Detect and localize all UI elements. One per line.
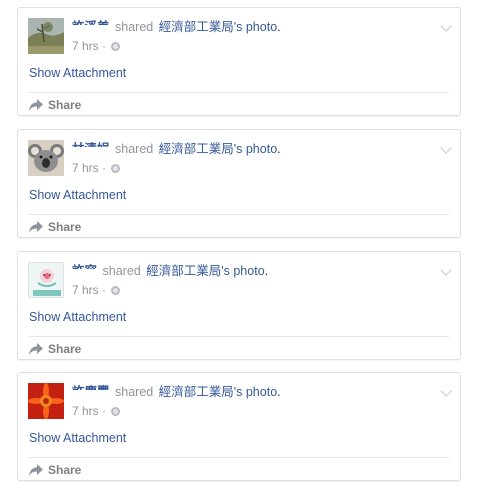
photo-link[interactable]: photo <box>246 20 277 34</box>
possessive: 's <box>233 385 243 399</box>
page-name: 經濟部工業局 <box>158 142 234 156</box>
shared-text: shared <box>115 142 154 156</box>
feed-post: 許溪美 shared 經濟部工業局's photo. 7 hrs · Show … <box>17 7 461 116</box>
share-label: Share <box>48 98 82 112</box>
author-link[interactable]: 許容 <box>72 263 97 279</box>
share-button[interactable]: Share <box>29 98 81 112</box>
timestamp[interactable]: 7 hrs <box>72 283 99 297</box>
feed-post: 許慶豐 shared 經濟部工業局's photo. 7 hrs · Show … <box>17 372 461 481</box>
page-link[interactable]: 經濟部工業局's photo <box>159 385 277 399</box>
chevron-down-icon[interactable] <box>440 142 452 154</box>
photo-link[interactable]: photo <box>246 142 277 156</box>
author-link[interactable]: 許溪美 <box>72 19 110 35</box>
post-meta: 7 hrs · <box>72 404 121 418</box>
page-link[interactable]: 經濟部工業局's photo <box>159 142 277 156</box>
divider <box>29 92 449 93</box>
chevron-down-icon[interactable] <box>440 264 452 276</box>
divider <box>29 214 449 215</box>
avatar[interactable] <box>28 262 64 298</box>
separator: · <box>102 161 107 175</box>
author-link[interactable]: 許慶豐 <box>72 384 110 400</box>
share-icon <box>29 343 43 355</box>
separator: · <box>102 404 107 418</box>
post-headline: 許慶豐 shared 經濟部工業局's photo. <box>72 384 281 400</box>
share-label: Share <box>48 220 82 234</box>
separator: · <box>102 283 107 297</box>
possessive: 's <box>233 20 243 34</box>
page-link[interactable]: 經濟部工業局's photo <box>146 264 264 278</box>
post-headline: 許容 shared 經濟部工業局's photo. <box>72 263 268 279</box>
page-name: 經濟部工業局 <box>146 264 222 278</box>
timestamp[interactable]: 7 hrs <box>72 161 99 175</box>
possessive: 's <box>233 142 243 156</box>
feed-post: 許容 shared 經濟部工業局's photo. 7 hrs · Show A… <box>17 251 461 360</box>
post-headline: 許溪美 shared 經濟部工業局's photo. <box>72 19 281 35</box>
show-attachment-link[interactable]: Show Attachment <box>29 65 126 81</box>
post-meta: 7 hrs · <box>72 39 121 53</box>
chevron-down-icon[interactable] <box>440 385 452 397</box>
page-link[interactable]: 經濟部工業局's photo <box>159 20 277 34</box>
news-feed: 許溪美 shared 經濟部工業局's photo. 7 hrs · Show … <box>0 0 477 490</box>
possessive: 's <box>221 264 230 278</box>
period: . <box>277 142 281 156</box>
post-headline: 林清娟 shared 經濟部工業局's photo. <box>72 141 281 157</box>
globe-icon <box>111 42 121 51</box>
shared-text: shared <box>115 385 154 399</box>
author-link[interactable]: 林清娟 <box>72 141 110 157</box>
divider <box>29 336 449 337</box>
share-label: Share <box>48 463 82 477</box>
share-icon <box>29 221 43 233</box>
shared-text: shared <box>102 264 141 278</box>
timestamp[interactable]: 7 hrs <box>72 404 99 418</box>
share-button[interactable]: Share <box>29 342 81 356</box>
photo-link[interactable]: photo <box>246 385 277 399</box>
period: . <box>264 264 269 278</box>
shared-text: shared <box>115 20 154 34</box>
share-icon <box>29 464 43 476</box>
post-meta: 7 hrs · <box>72 161 121 175</box>
show-attachment-link[interactable]: Show Attachment <box>29 309 126 325</box>
timestamp[interactable]: 7 hrs <box>72 39 99 53</box>
photo-link[interactable]: photo <box>233 264 264 278</box>
avatar[interactable] <box>28 383 64 419</box>
period: . <box>277 20 281 34</box>
page-name: 經濟部工業局 <box>158 385 234 399</box>
post-meta: 7 hrs · <box>72 283 121 297</box>
show-attachment-link[interactable]: Show Attachment <box>29 187 126 203</box>
divider <box>29 457 449 458</box>
feed-post: 林清娟 shared 經濟部工業局's photo. 7 hrs · Show … <box>17 129 461 238</box>
globe-icon <box>111 407 121 416</box>
chevron-down-icon[interactable] <box>440 20 452 32</box>
share-button[interactable]: Share <box>29 463 81 477</box>
share-label: Share <box>48 342 82 356</box>
page-name: 經濟部工業局 <box>158 20 234 34</box>
period: . <box>277 385 281 399</box>
share-icon <box>29 99 43 111</box>
globe-icon <box>111 286 121 295</box>
avatar[interactable] <box>28 18 64 54</box>
share-button[interactable]: Share <box>29 220 81 234</box>
separator: · <box>102 39 107 53</box>
avatar[interactable] <box>28 140 64 176</box>
globe-icon <box>111 164 121 173</box>
show-attachment-link[interactable]: Show Attachment <box>29 430 126 446</box>
